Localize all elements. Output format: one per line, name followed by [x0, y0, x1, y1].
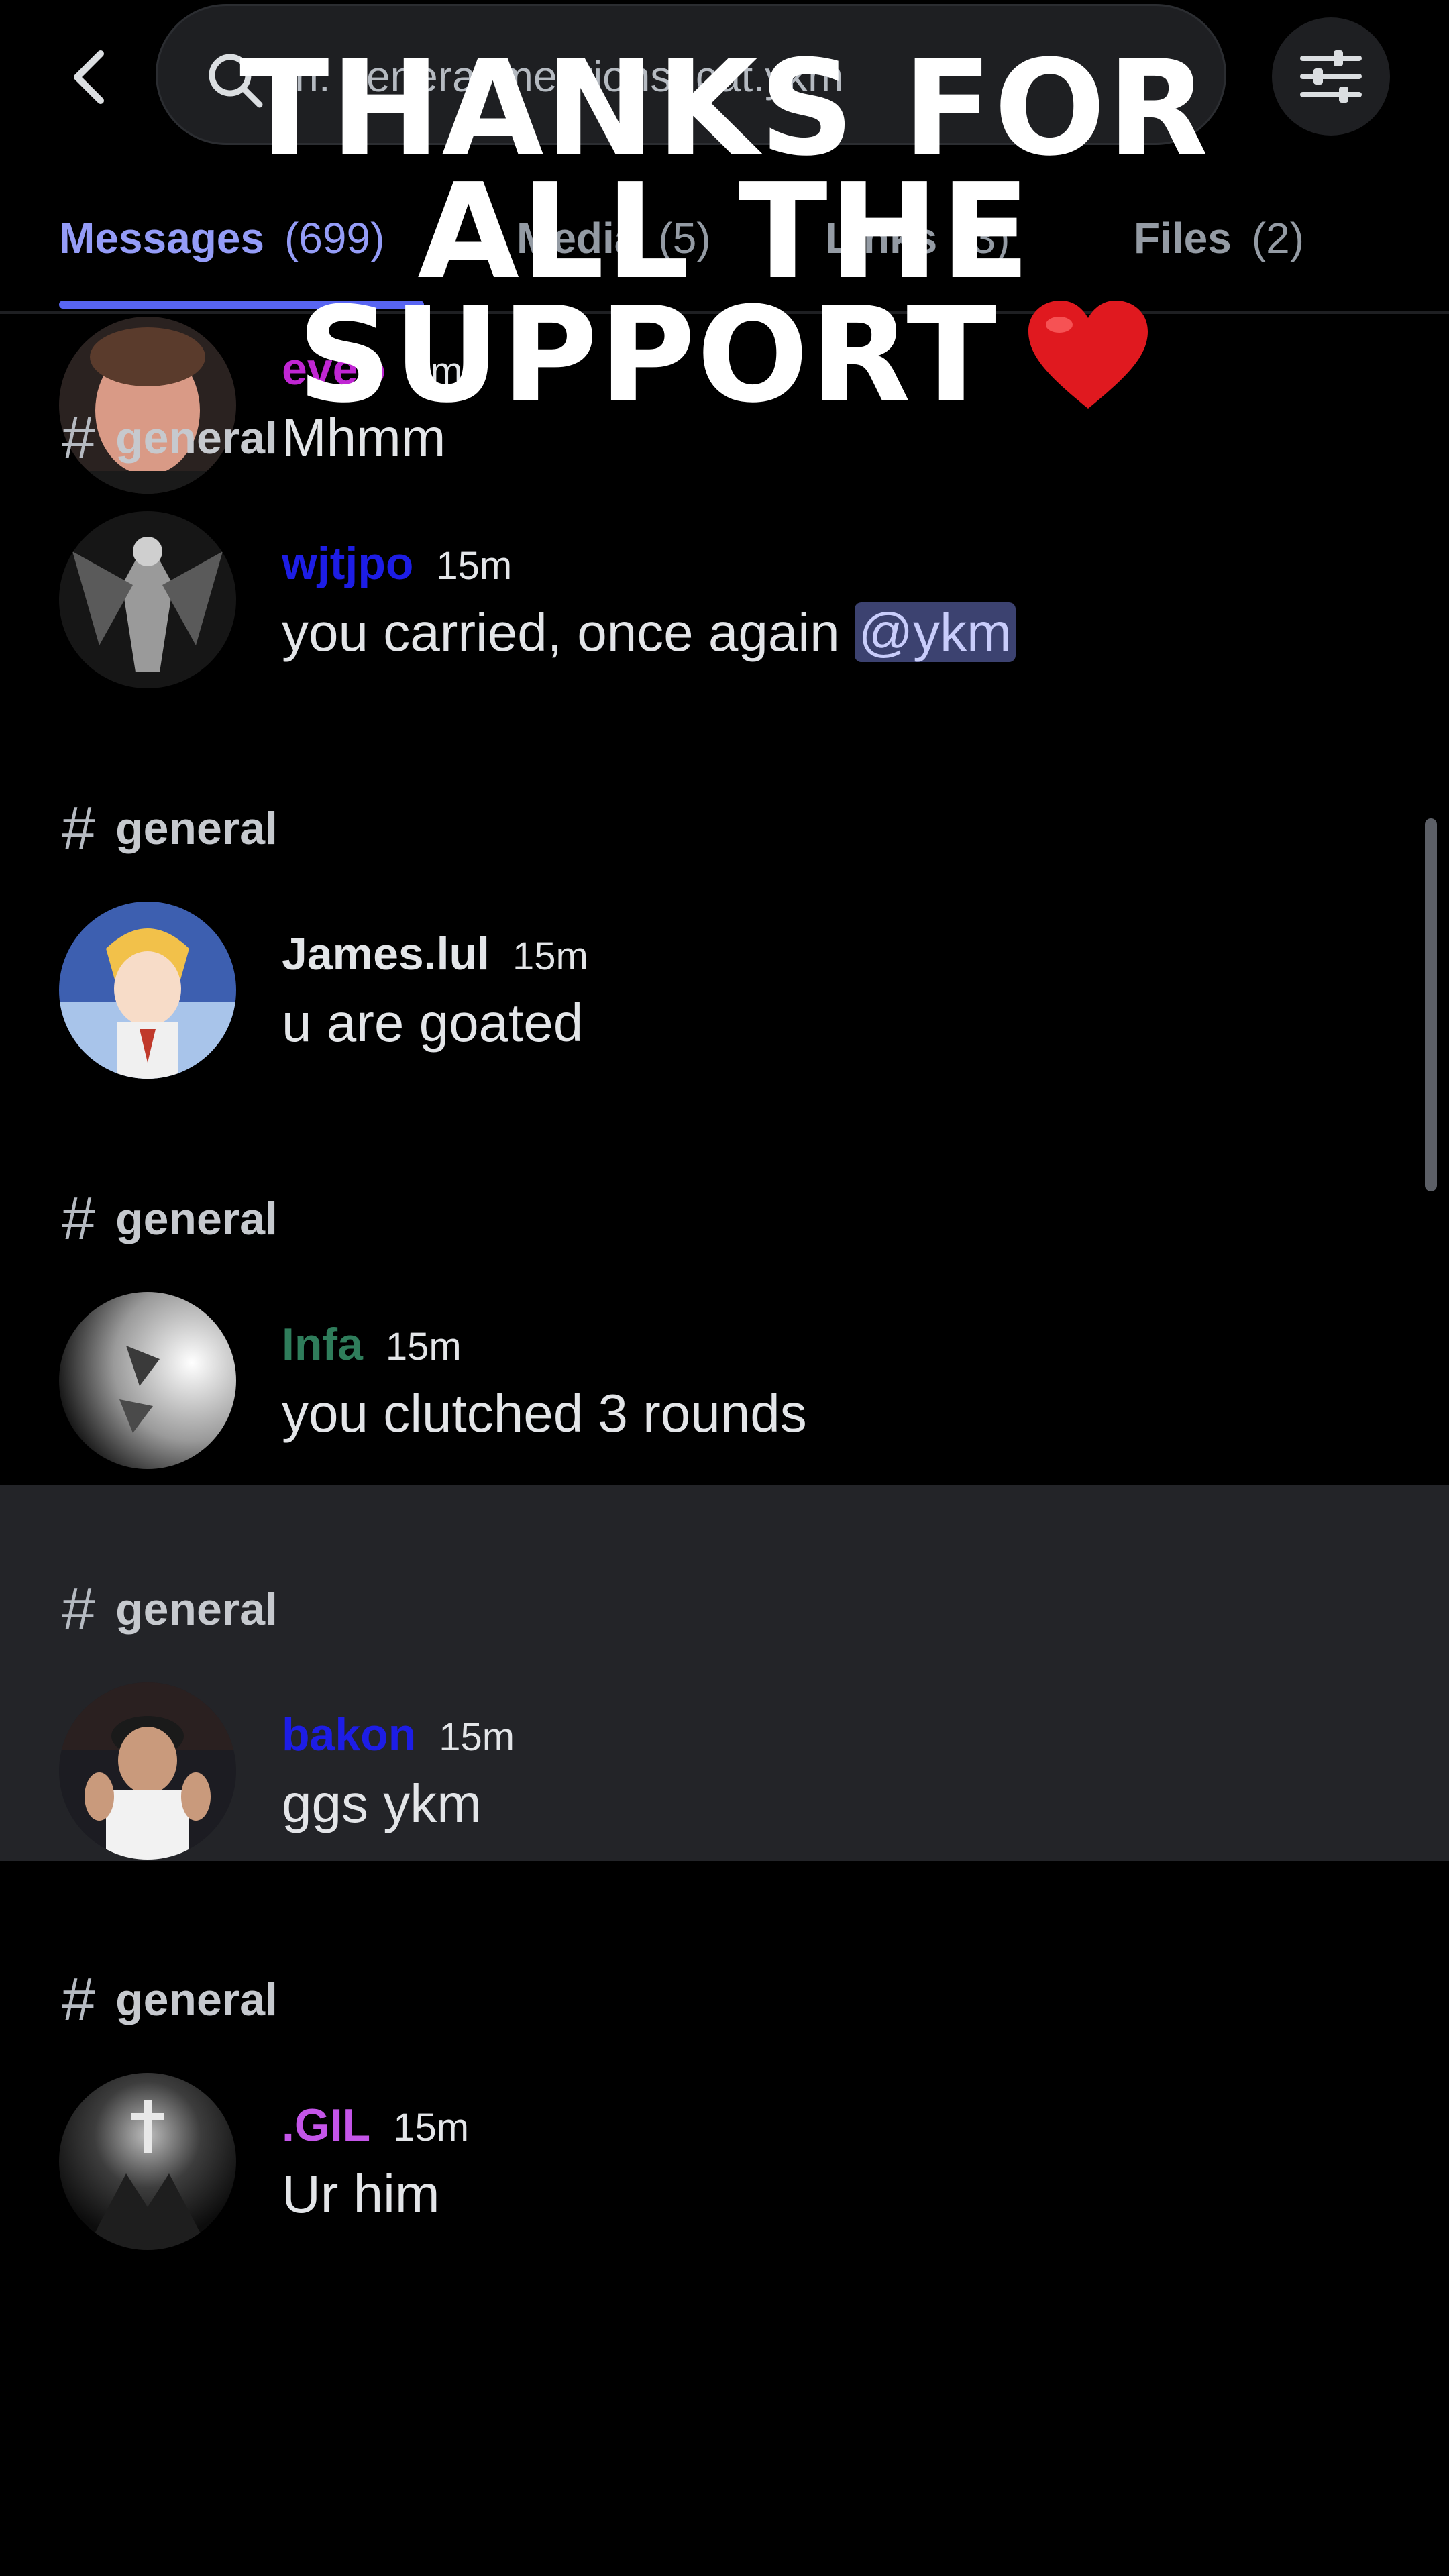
author-line: Infa 15m — [282, 1311, 462, 1378]
hash-icon: # — [62, 1576, 96, 1643]
hash-icon: # — [62, 1966, 96, 2033]
author-name[interactable]: wjtjpo — [282, 538, 413, 589]
hash-icon: # — [62, 1185, 96, 1252]
author-line: bakon 15m — [282, 1701, 515, 1768]
author-line: wjtjpo 15m — [282, 530, 512, 597]
avatar[interactable] — [59, 511, 236, 688]
caption-line-1: THANKS FOR — [239, 32, 1210, 185]
author-line: .GIL 15m — [282, 2092, 469, 2159]
channel-name: general — [115, 1974, 278, 2025]
author-line: James.lul 15m — [282, 920, 588, 987]
caption-line-2: ALL THE — [417, 156, 1032, 309]
author-name[interactable]: .GIL — [282, 2100, 370, 2151]
timestamp: 15m — [436, 544, 513, 588]
search-result[interactable]: # general Infa 15m you clutched 3 rounds — [0, 1095, 1449, 1485]
channel-name: general — [115, 803, 278, 854]
scrollbar[interactable] — [1425, 818, 1437, 1191]
search-result[interactable]: # general .GIL 15m Ur him — [0, 1876, 1449, 2266]
channel-label[interactable]: # general — [62, 792, 278, 865]
author-name[interactable]: bakon — [282, 1709, 416, 1760]
message-text: you clutched 3 rounds — [282, 1383, 807, 1443]
search-results[interactable]: eveo 4m Mhmm # general wjtjpo 15m you carri… — [0, 314, 1449, 2576]
channel-label[interactable]: # general — [62, 1963, 278, 2037]
timestamp: 15m — [512, 934, 588, 978]
search-result[interactable]: # general bakon 15m ggs ykm — [0, 1485, 1449, 1861]
avatar[interactable] — [59, 902, 236, 1079]
message-text: ggs ykm — [282, 1774, 482, 1833]
timestamp: 15m — [393, 2106, 470, 2149]
search-result[interactable]: # general James.lul 15m u are goated — [0, 704, 1449, 1095]
message-text: you carried, once again — [282, 602, 855, 662]
caption-line-3-wrap: SUPPORT — [0, 290, 1449, 421]
message-text: u are goated — [282, 993, 584, 1053]
channel-label[interactable]: # general — [62, 1182, 278, 1256]
timestamp: 15m — [385, 1325, 462, 1368]
heart-icon — [1028, 301, 1148, 409]
avatar[interactable] — [59, 1292, 236, 1469]
channel-label[interactable]: # general — [62, 1572, 278, 1646]
user-mention[interactable]: @ykm — [854, 602, 1016, 662]
channel-name: general — [115, 1584, 278, 1635]
channel-name: general — [115, 1193, 278, 1244]
avatar[interactable] — [59, 1682, 236, 1860]
avatar[interactable] — [59, 2073, 236, 2250]
message-text: Ur him — [282, 2164, 440, 2224]
author-name[interactable]: Infa — [282, 1319, 363, 1370]
message-content: you carried, once again @ykm — [282, 596, 1016, 669]
timestamp: 15m — [439, 1715, 515, 1759]
hash-icon: # — [62, 795, 96, 862]
author-name[interactable]: James.lul — [282, 928, 490, 979]
caption-line-3: SUPPORT — [297, 279, 998, 432]
overlay-caption: THANKS FOR ALL THE SUPPORT — [0, 32, 1449, 421]
